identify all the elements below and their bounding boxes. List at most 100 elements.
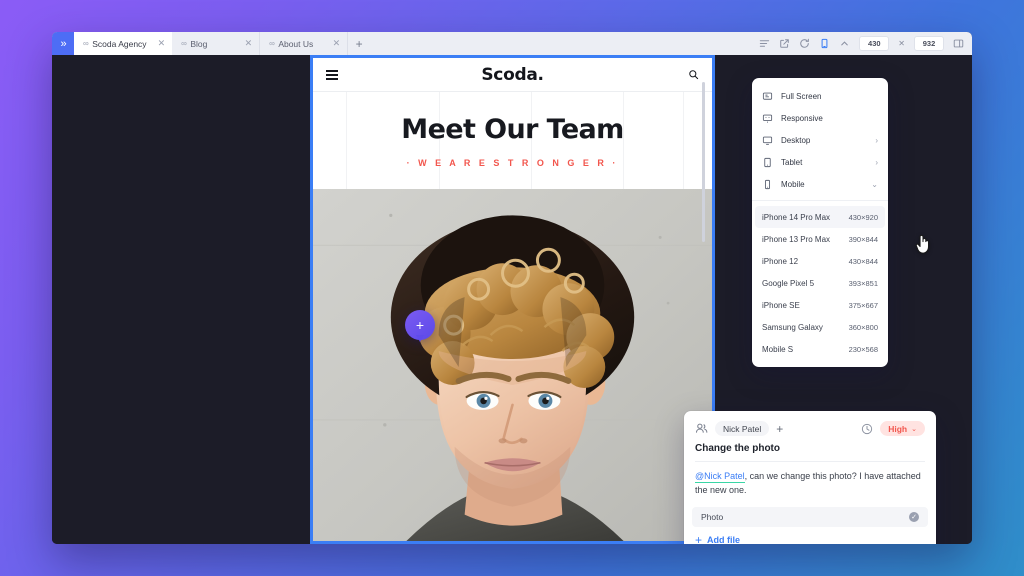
device-size: 390×844 — [848, 234, 878, 244]
device-size: 360×800 — [848, 322, 878, 332]
menu-item-desktop[interactable]: Desktop › — [752, 129, 888, 151]
tab-strip: » ∞ Scoda Agency ✕ ∞ Blog ✕ ∞ About Us ✕… — [52, 32, 972, 55]
device-option-iphone-se[interactable]: iPhone SE 375×667 — [752, 294, 888, 316]
link-icon: ∞ — [83, 39, 89, 48]
comment-task-card: Nick Patel + High ⌄ Change the photo @Ni… — [684, 411, 936, 544]
mention-link[interactable]: @Nick Patel — [695, 471, 745, 483]
menu-item-label: Responsive — [781, 113, 823, 123]
priority-label: High — [888, 423, 908, 434]
refresh-icon[interactable] — [799, 38, 810, 49]
tab-label: About Us — [278, 38, 314, 49]
hero-title: Meet Our Team — [401, 113, 624, 145]
add-assignee-button[interactable]: + — [776, 423, 783, 435]
hero-subtitle: · W E A R E S T R O N G E R · — [406, 157, 619, 168]
menu-item-label: Full Screen — [781, 91, 822, 101]
link-icon: ∞ — [181, 39, 187, 48]
viewport-controls: 430 ✕ 932 — [759, 32, 966, 55]
chevron-right-icon: › — [875, 157, 878, 167]
chevron-up-icon[interactable] — [839, 38, 850, 49]
device-name: Mobile S — [762, 344, 794, 354]
task-body-text[interactable]: @Nick Patel, can we change this photo? I… — [684, 462, 936, 507]
viewport-width-input[interactable]: 430 — [859, 36, 890, 51]
add-file-button[interactable]: + Add file — [684, 527, 936, 544]
new-tab-button[interactable]: + — [348, 32, 370, 55]
add-comment-pin-button[interactable]: + — [405, 310, 435, 342]
chevron-right-icon: › — [875, 135, 878, 145]
browser-window: » ∞ Scoda Agency ✕ ∞ Blog ✕ ∞ About Us ✕… — [52, 32, 972, 544]
site-header: Scoda. — [313, 58, 712, 92]
external-link-icon[interactable] — [779, 38, 790, 49]
tab-about-us[interactable]: ∞ About Us ✕ — [260, 32, 349, 55]
tablet-icon — [762, 157, 773, 168]
menu-divider — [752, 200, 888, 201]
preview-scrollbar[interactable] — [702, 82, 705, 242]
layout-gridline — [346, 92, 347, 189]
assignee-chip[interactable]: Nick Patel — [715, 421, 770, 436]
people-icon — [695, 422, 708, 435]
plus-icon: + — [695, 533, 703, 544]
attachment-name: Photo — [701, 512, 724, 522]
task-header-actions: High ⌄ — [861, 421, 925, 436]
layout-gridline — [683, 92, 684, 189]
clock-icon[interactable] — [861, 423, 873, 435]
menu-item-tablet[interactable]: Tablet › — [752, 151, 888, 173]
link-icon: ∞ — [269, 39, 275, 48]
device-size: 430×920 — [848, 212, 878, 222]
attachment-row[interactable]: Photo ✓ — [692, 507, 928, 527]
device-option-iphone-13-pro-max[interactable]: iPhone 13 Pro Max 390×844 — [752, 228, 888, 250]
device-size: 393×851 — [848, 278, 878, 288]
split-panel-icon[interactable] — [953, 38, 964, 49]
full-screen-icon — [762, 91, 773, 102]
task-title: Change the photo — [695, 443, 780, 454]
add-file-label: Add file — [707, 535, 741, 544]
menu-item-label: Tablet — [781, 157, 803, 167]
device-name: Google Pixel 5 — [762, 278, 815, 288]
chevron-down-icon: ⌄ — [871, 179, 878, 189]
device-name: iPhone 12 — [762, 256, 799, 266]
tab-scoda-agency[interactable]: ∞ Scoda Agency ✕ — [74, 32, 173, 55]
browser-viewport-area: Scoda. Meet Our Team · W E A R E S T R O… — [52, 55, 972, 544]
mobile-icon — [762, 179, 773, 190]
tab-label: Blog — [190, 38, 208, 49]
responsive-icon — [762, 113, 773, 124]
device-preview-frame: Scoda. Meet Our Team · W E A R E S T R O… — [310, 55, 715, 544]
hero-section: Meet Our Team · W E A R E S T R O N G E … — [313, 92, 712, 189]
device-option-iphone-12[interactable]: iPhone 12 430×844 — [752, 250, 888, 272]
chevron-down-icon: ⌄ — [911, 425, 917, 433]
list-icon[interactable] — [759, 38, 770, 49]
close-icon[interactable]: ✕ — [245, 38, 253, 49]
close-icon[interactable]: ✕ — [158, 38, 166, 49]
device-size-dropdown: Full Screen Responsive Desktop › Tablet … — [752, 78, 888, 367]
hero-photo — [313, 189, 712, 541]
tab-blog[interactable]: ∞ Blog ✕ — [172, 32, 261, 55]
desktop-icon — [762, 135, 773, 146]
sidebar-toggle-label: » — [60, 37, 66, 50]
priority-badge[interactable]: High ⌄ — [880, 421, 925, 436]
device-name: iPhone SE — [762, 300, 800, 310]
task-card-header: Nick Patel + High ⌄ — [684, 411, 936, 442]
menu-item-label: Mobile — [781, 179, 805, 189]
close-icon[interactable]: ✕ — [333, 38, 341, 49]
pin-tail — [416, 335, 424, 342]
device-size: 430×844 — [848, 256, 878, 266]
viewport-height-input[interactable]: 932 — [914, 36, 944, 51]
sidebar-toggle-button[interactable]: » — [52, 32, 74, 55]
menu-item-mobile[interactable]: Mobile ⌄ — [752, 173, 888, 195]
mobile-device-icon[interactable] — [819, 38, 830, 49]
device-size: 375×667 — [848, 300, 878, 310]
menu-item-label: Desktop — [781, 135, 811, 145]
device-option-google-pixel-5[interactable]: Google Pixel 5 393×851 — [752, 272, 888, 294]
device-name: Samsung Galaxy — [762, 322, 823, 332]
device-option-iphone-14-pro-max[interactable]: iPhone 14 Pro Max 430×920 — [755, 206, 885, 228]
device-name: iPhone 14 Pro Max — [762, 212, 831, 222]
new-tab-label: + — [355, 36, 363, 51]
menu-item-full-screen[interactable]: Full Screen — [752, 85, 888, 107]
dimension-separator: ✕ — [898, 39, 905, 48]
device-option-samsung-galaxy[interactable]: Samsung Galaxy 360×800 — [752, 316, 888, 338]
device-name: iPhone 13 Pro Max — [762, 234, 831, 244]
menu-item-responsive[interactable]: Responsive — [752, 107, 888, 129]
tab-label: Scoda Agency — [92, 38, 147, 49]
check-circle-icon: ✓ — [909, 512, 919, 522]
mouse-cursor-pointer — [914, 233, 932, 255]
device-option-mobile-s[interactable]: Mobile S 230×568 — [752, 338, 888, 360]
